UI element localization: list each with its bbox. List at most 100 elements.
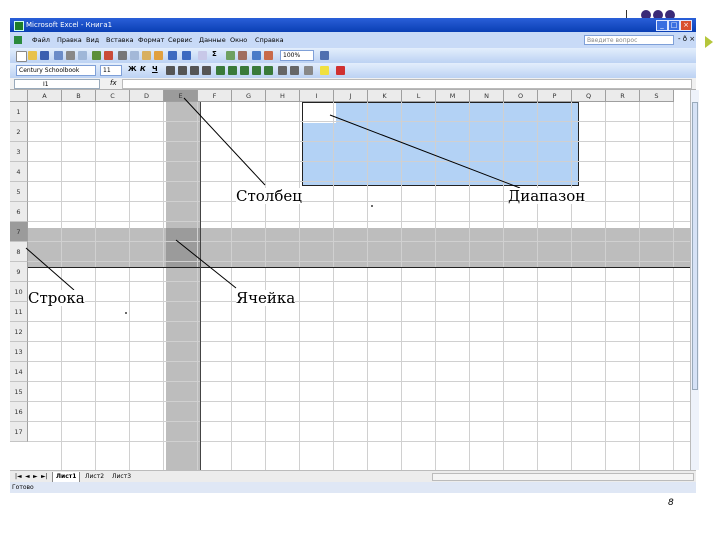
column-header-j[interactable]: J: [334, 90, 368, 102]
hyperlink-icon[interactable]: [198, 51, 207, 60]
row-header-4[interactable]: 4: [10, 162, 28, 182]
column-header-b[interactable]: B: [62, 90, 96, 102]
chart-wizard-icon[interactable]: [252, 51, 261, 60]
formula-input[interactable]: [122, 79, 692, 89]
print-icon[interactable]: [66, 51, 75, 60]
vertical-scroll-thumb[interactable]: [692, 102, 698, 390]
row-header-11[interactable]: 11: [10, 302, 28, 322]
align-center-icon[interactable]: [178, 66, 187, 75]
last-sheet-button[interactable]: ►|: [38, 472, 51, 482]
sheet-tab-3[interactable]: Лист3: [109, 472, 134, 482]
redo-icon[interactable]: [182, 51, 191, 60]
new-file-icon[interactable]: [16, 51, 27, 62]
permission-icon[interactable]: [54, 51, 63, 60]
menu-view[interactable]: Вид: [86, 36, 99, 44]
align-left-icon[interactable]: [166, 66, 175, 75]
format-painter-icon[interactable]: [154, 51, 163, 60]
fx-icon[interactable]: fx: [110, 79, 117, 87]
column-header-i[interactable]: I: [300, 90, 334, 102]
row-header-5[interactable]: 5: [10, 182, 28, 202]
row-header-16[interactable]: 16: [10, 402, 28, 422]
maximize-button[interactable]: □: [668, 20, 680, 31]
select-all-corner[interactable]: [10, 90, 28, 102]
open-folder-icon[interactable]: [28, 51, 37, 60]
menu-help[interactable]: Справка: [255, 36, 284, 44]
increase-indent-icon[interactable]: [290, 66, 299, 75]
column-header-n[interactable]: N: [470, 90, 504, 102]
cell-e7[interactable]: [166, 228, 200, 268]
column-header-m[interactable]: M: [436, 90, 470, 102]
row-header-17[interactable]: 17: [10, 422, 28, 442]
copy-icon[interactable]: [130, 51, 139, 60]
underline-button[interactable]: Ч: [152, 65, 158, 73]
sheet-tab-2[interactable]: Лист2: [82, 472, 107, 482]
percent-icon[interactable]: [228, 66, 237, 75]
font-color-icon[interactable]: [336, 66, 345, 75]
column-header-l[interactable]: L: [402, 90, 436, 102]
currency-icon[interactable]: [216, 66, 225, 75]
bold-button[interactable]: Ж: [128, 65, 137, 73]
horizontal-scrollbar[interactable]: [432, 473, 694, 481]
row-header-13[interactable]: 13: [10, 342, 28, 362]
decrease-indent-icon[interactable]: [278, 66, 287, 75]
sort-ascending-icon[interactable]: [226, 51, 235, 60]
row-header-6[interactable]: 6: [10, 202, 28, 222]
row-header-8[interactable]: 8: [10, 242, 28, 262]
row-header-2[interactable]: 2: [10, 122, 28, 142]
menu-window[interactable]: Окно: [230, 36, 247, 44]
cut-icon[interactable]: [118, 51, 127, 60]
print-preview-icon[interactable]: [78, 51, 87, 60]
row-header-12[interactable]: 12: [10, 322, 28, 342]
save-icon[interactable]: [40, 51, 49, 60]
row-header-10[interactable]: 10: [10, 282, 28, 302]
name-box[interactable]: I1: [14, 79, 100, 89]
spelling-icon[interactable]: [92, 51, 101, 60]
column-header-o[interactable]: O: [504, 90, 538, 102]
help-icon[interactable]: [320, 51, 329, 60]
column-header-k[interactable]: K: [368, 90, 402, 102]
fill-color-icon[interactable]: [320, 66, 329, 75]
column-header-f[interactable]: F: [198, 90, 232, 102]
font-name-select[interactable]: Century Schoolbook: [16, 65, 96, 76]
align-right-icon[interactable]: [190, 66, 199, 75]
borders-icon[interactable]: [304, 66, 313, 75]
help-question-input[interactable]: Введите вопрос: [584, 35, 674, 45]
undo-icon[interactable]: [168, 51, 177, 60]
drawing-icon[interactable]: [264, 51, 273, 60]
column-header-q[interactable]: Q: [572, 90, 606, 102]
paste-icon[interactable]: [142, 51, 151, 60]
row-header-7[interactable]: 7: [10, 222, 28, 242]
row-header-15[interactable]: 15: [10, 382, 28, 402]
menu-file[interactable]: Файл: [32, 36, 50, 44]
increase-decimal-icon[interactable]: [252, 66, 261, 75]
column-header-r[interactable]: R: [606, 90, 640, 102]
menu-format[interactable]: Формат: [138, 36, 164, 44]
merge-center-icon[interactable]: [202, 66, 211, 75]
comma-style-icon[interactable]: [240, 66, 249, 75]
column-header-h[interactable]: H: [266, 90, 300, 102]
italic-button[interactable]: К: [140, 65, 146, 73]
menu-data[interactable]: Данные: [199, 36, 226, 44]
column-header-p[interactable]: P: [538, 90, 572, 102]
menu-tools[interactable]: Сервис: [168, 36, 192, 44]
column-header-d[interactable]: D: [130, 90, 164, 102]
column-header-c[interactable]: C: [96, 90, 130, 102]
vertical-scrollbar[interactable]: [690, 90, 699, 470]
column-header-g[interactable]: G: [232, 90, 266, 102]
row-header-9[interactable]: 9: [10, 262, 28, 282]
row-header-14[interactable]: 14: [10, 362, 28, 382]
zoom-select[interactable]: 100%: [280, 50, 314, 61]
active-cell-i1[interactable]: [303, 103, 336, 123]
column-header-s[interactable]: S: [640, 90, 674, 102]
worksheet-grid[interactable]: ABCDEFGHIJKLMNOPQRS 1 2 3 4 5 6 7 8 9 10 11 12 13 14 1…: [10, 90, 690, 470]
font-size-select[interactable]: 11: [100, 65, 122, 76]
research-icon[interactable]: [104, 51, 113, 60]
sort-descending-icon[interactable]: [238, 51, 247, 60]
column-header-a[interactable]: A: [28, 90, 62, 102]
menu-edit[interactable]: Правка: [57, 36, 82, 44]
row-header-1[interactable]: 1: [10, 102, 28, 122]
close-button[interactable]: ×: [680, 20, 692, 31]
column-header-e[interactable]: E: [164, 90, 198, 102]
minimize-button[interactable]: _: [656, 20, 668, 31]
decrease-decimal-icon[interactable]: [264, 66, 273, 75]
